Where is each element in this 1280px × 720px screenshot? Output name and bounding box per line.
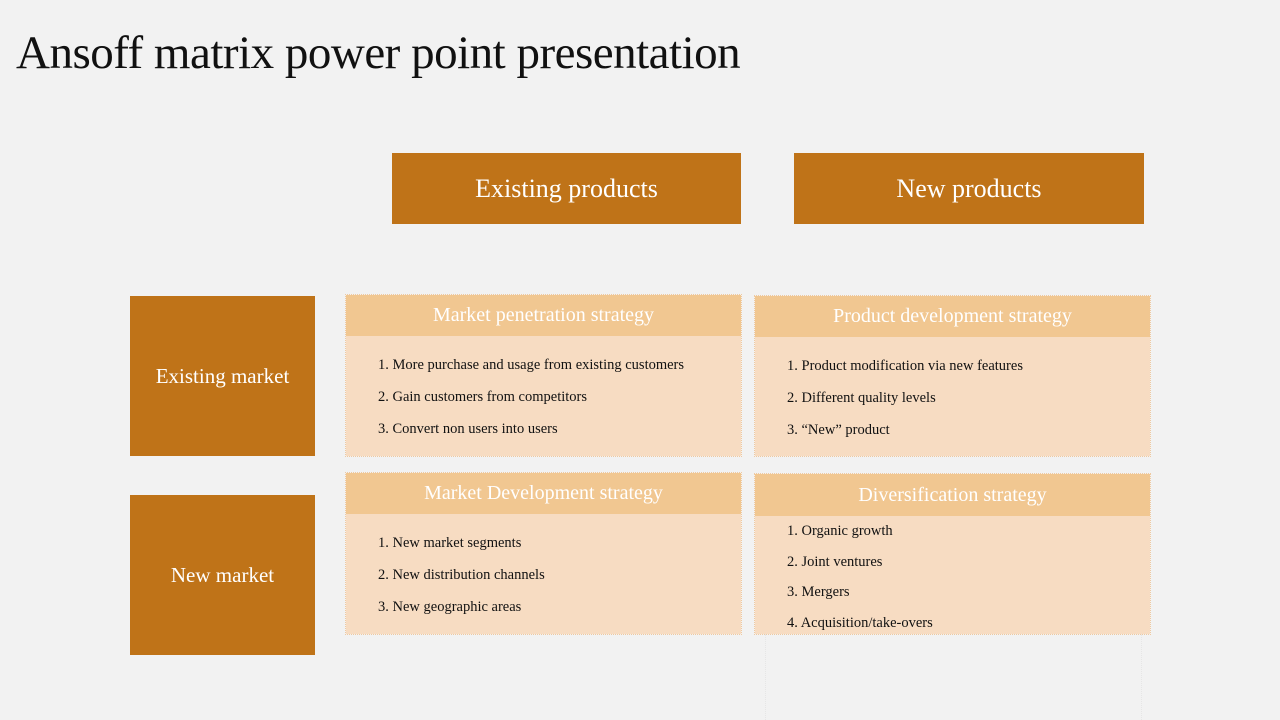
list-item: 1. Organic growth — [787, 523, 893, 539]
list-item: 2. Different quality levels — [787, 390, 936, 406]
cell-title: Product development strategy — [755, 296, 1150, 337]
cell-product-development: Product development strategy 1. Product … — [754, 295, 1151, 457]
cell-title: Diversification strategy — [755, 474, 1150, 516]
list-item: 2. Gain customers from competitors — [378, 389, 587, 405]
strategy-list: 1. Organic growth 2. Joint ventures 3. M… — [755, 516, 1150, 638]
list-item: 3. Mergers — [787, 584, 850, 600]
row-header-label: New market — [170, 562, 275, 587]
list-item: 3. New geographic areas — [378, 599, 522, 615]
cell-title: Market penetration strategy — [346, 295, 741, 336]
column-header-new-products: New products — [794, 153, 1144, 224]
strategy-list: 1. More purchase and usage from existing… — [346, 336, 741, 445]
row-header-label: Existing market — [155, 363, 290, 388]
list-item: 3. “New” product — [787, 422, 890, 438]
cell-diversification: Diversification strategy 1. Organic grow… — [754, 473, 1151, 635]
strategy-list: 1. Product modification via new features… — [755, 337, 1150, 446]
list-item: 1. Product modification via new features — [787, 358, 1023, 374]
list-item: 2. Joint ventures — [787, 553, 883, 570]
list-item: 1. More purchase and usage from existing… — [378, 357, 685, 373]
row-header-existing-market: Existing market — [130, 296, 315, 456]
cell-market-penetration: Market penetration strategy 1. More purc… — [345, 294, 742, 457]
column-header-label: New products — [896, 173, 1042, 203]
row-header-new-market: New market — [130, 495, 315, 655]
column-header-existing-products: Existing products — [392, 153, 741, 224]
cell-title: Market Development strategy — [346, 473, 741, 514]
list-item: 3. Convert non users into users — [378, 421, 558, 437]
slide-title: Ansoff matrix power point presentation — [16, 27, 741, 79]
cell-market-development: Market Development strategy 1. New marke… — [345, 472, 742, 635]
placeholder-outline — [765, 634, 1142, 720]
list-item: 1. New market segments — [378, 535, 522, 551]
list-item: 2. New distribution channels — [378, 567, 545, 583]
column-header-label: Existing products — [475, 173, 658, 203]
strategy-list: 1. New market segments 2. New distributi… — [346, 514, 741, 623]
